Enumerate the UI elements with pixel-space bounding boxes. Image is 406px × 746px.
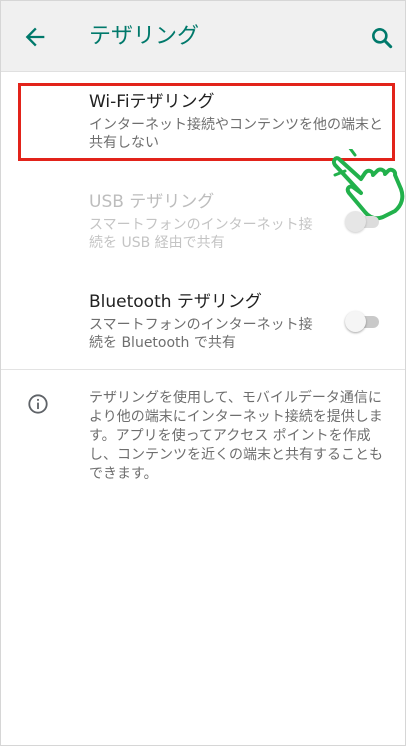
arrow-back-icon[interactable] xyxy=(21,23,49,51)
usb-tethering-summary: スマートフォンのインターネット接続を USB 経由で共有 xyxy=(89,217,313,251)
bluetooth-tethering-summary: スマートフォンのインターネット接続を Bluetooth で共有 xyxy=(89,317,313,351)
bluetooth-tethering-item[interactable]: Bluetooth テザリング スマートフォンのインターネット接続を Bluet… xyxy=(89,291,319,352)
section-divider xyxy=(1,369,405,370)
app-bar: テザリング xyxy=(1,1,405,72)
usb-tethering-switch[interactable] xyxy=(345,211,381,233)
switch-thumb xyxy=(345,311,366,332)
screen: テザリング Wi-Fiテザリング インターネット接続やコンテンツを他の端末と共有… xyxy=(0,0,406,746)
search-icon[interactable] xyxy=(369,25,395,51)
info-icon xyxy=(28,394,48,414)
bluetooth-tethering-switch[interactable] xyxy=(345,311,381,333)
usb-tethering-item[interactable]: USB テザリング スマートフォンのインターネット接続を USB 経由で共有 xyxy=(89,191,319,252)
page-title: テザリング xyxy=(89,24,200,49)
switch-thumb xyxy=(345,211,366,232)
tethering-info-text: テザリングを使用して、モバイルデータ通信により他の端末にインターネット接続を提供… xyxy=(89,390,383,482)
usb-tethering-title: USB テザリング xyxy=(89,192,215,212)
bluetooth-tethering-title: Bluetooth テザリング xyxy=(89,292,262,312)
